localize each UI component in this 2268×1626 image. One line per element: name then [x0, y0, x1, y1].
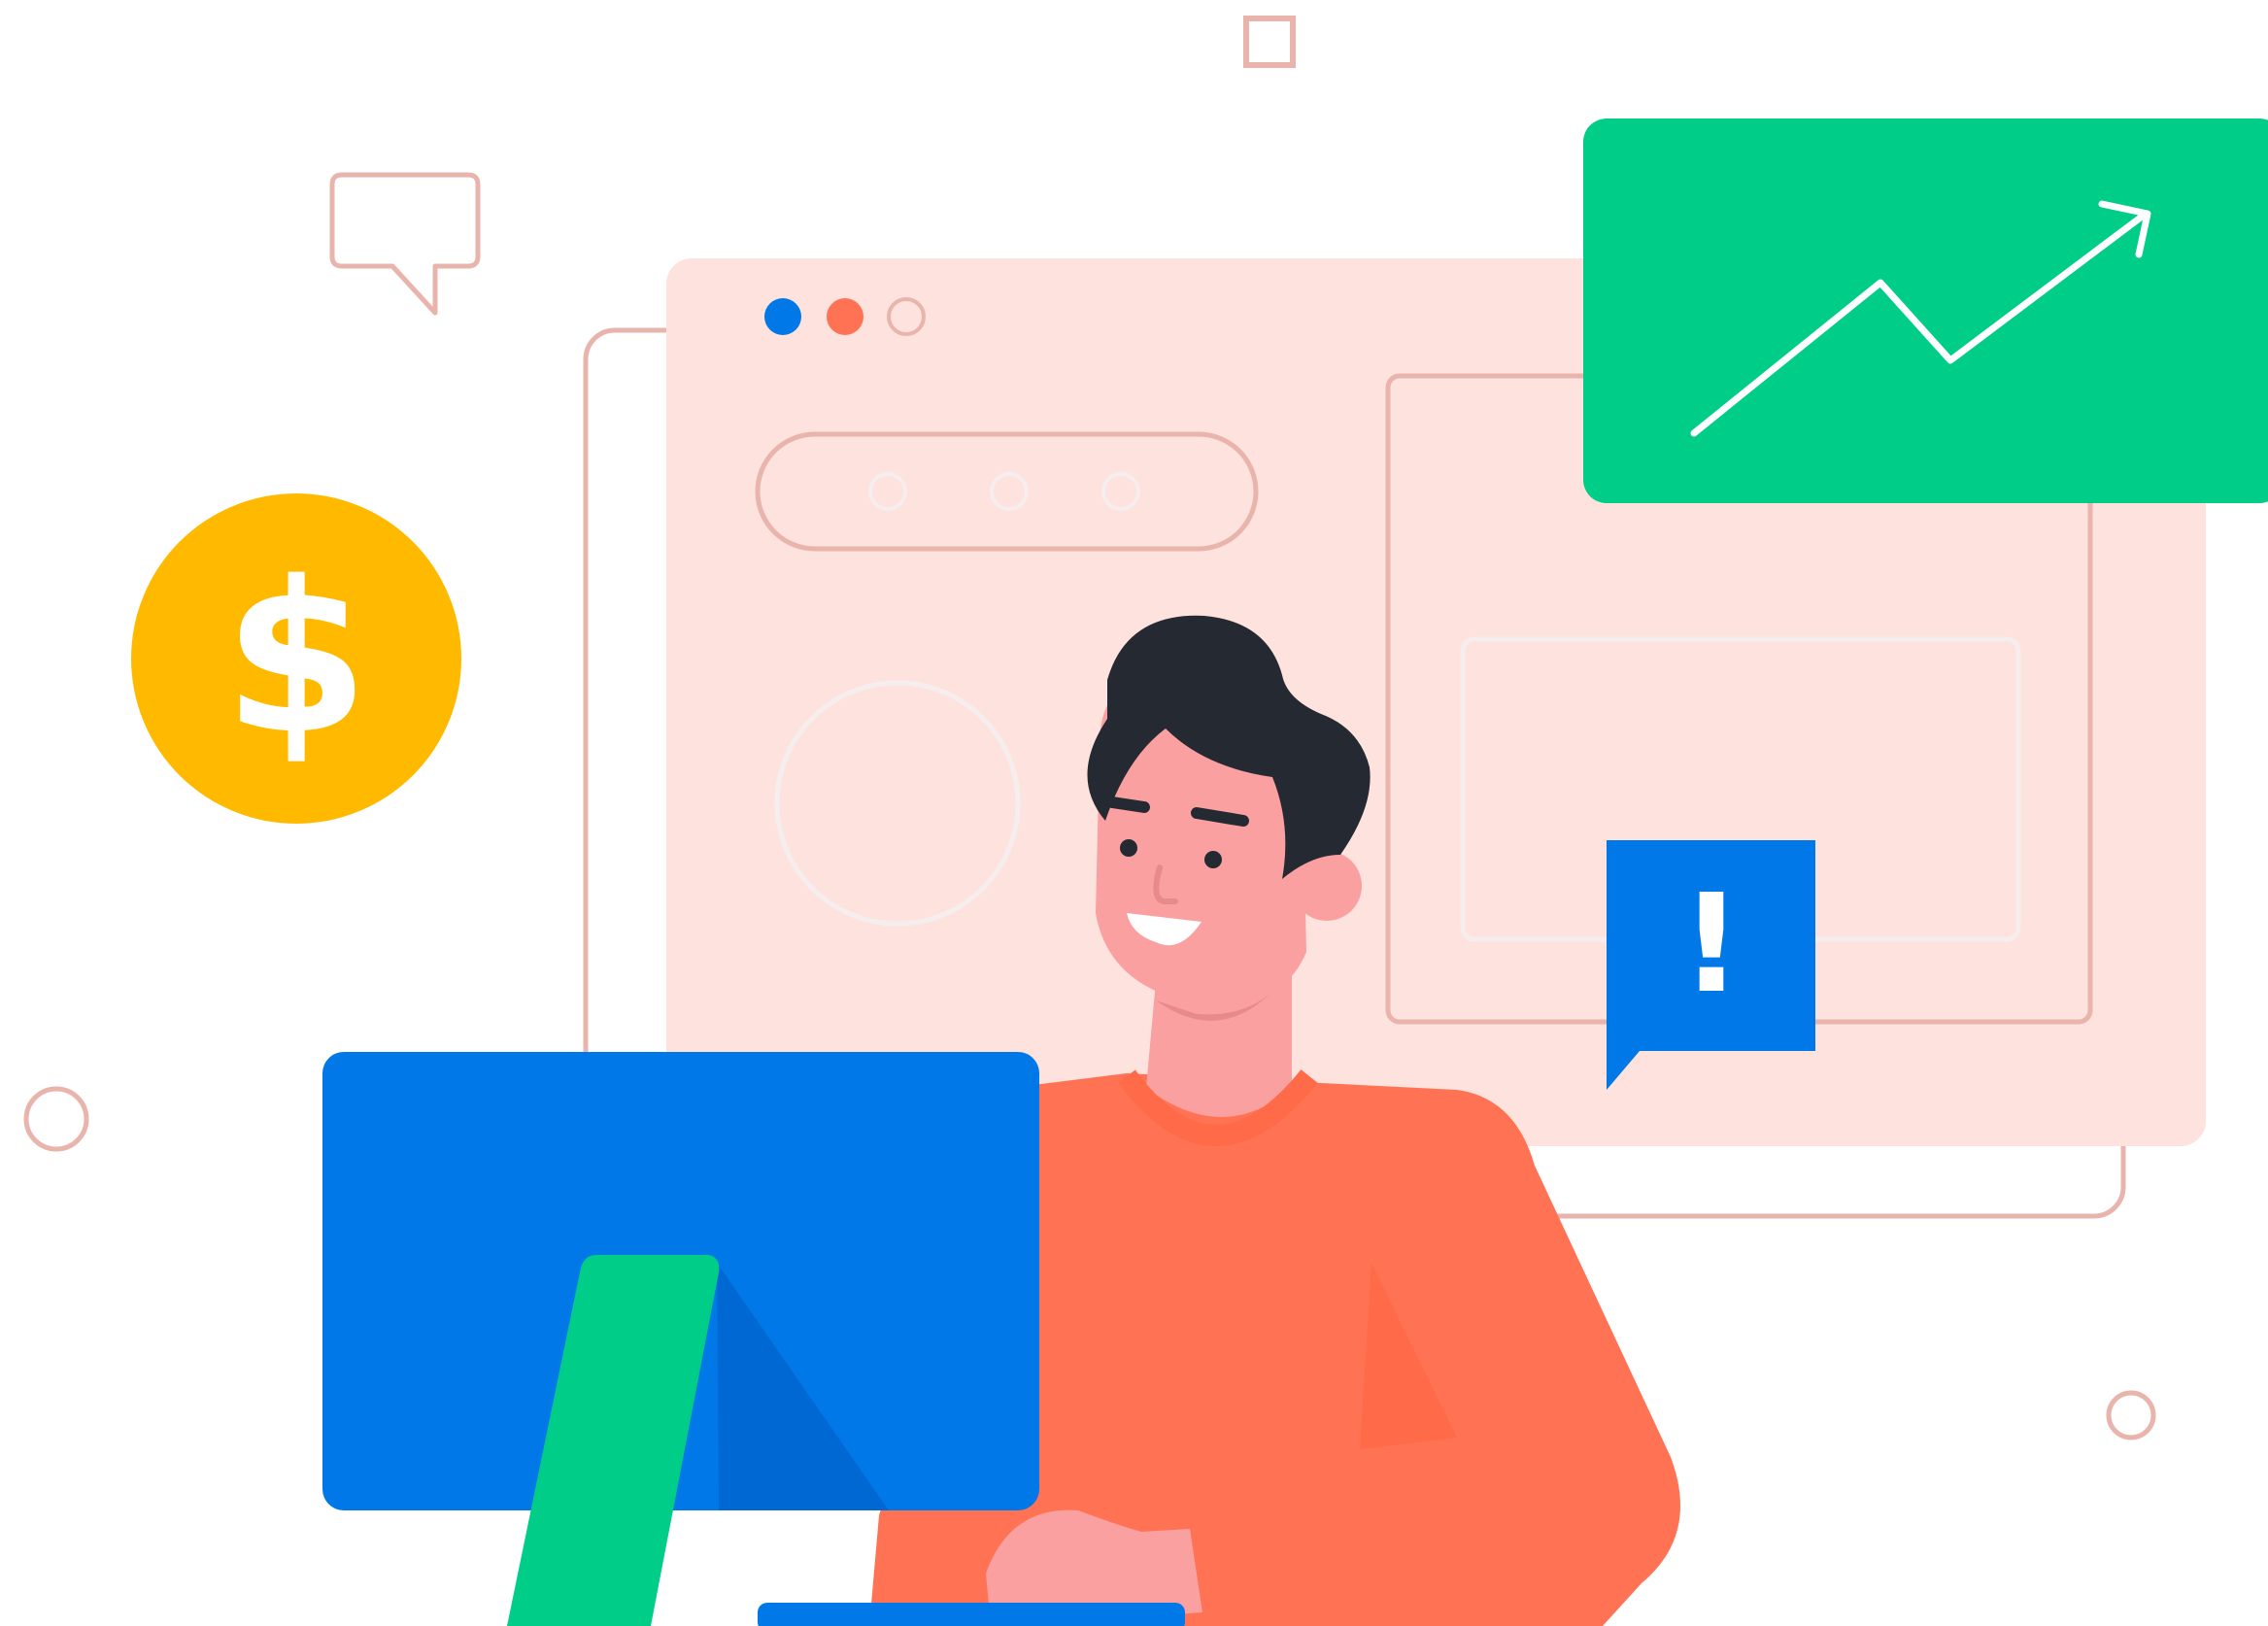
- alert-symbol: !: [1680, 865, 1743, 1024]
- person-brow-left: [1106, 796, 1150, 813]
- coin-symbol: $: [223, 536, 369, 780]
- person-brow-right: [1191, 807, 1249, 827]
- decor-square-icon: [1243, 16, 1296, 68]
- dollar-coin-icon: $: [131, 493, 461, 824]
- decor-circle-icon: [23, 1086, 89, 1152]
- person-eye-left: [1120, 839, 1137, 857]
- trend-card: [1583, 119, 2268, 503]
- person-eye-right: [1204, 851, 1222, 868]
- illustration-canvas: ! $: [23, 16, 2268, 1626]
- decor-circle-icon: [2106, 1390, 2156, 1440]
- keyboard: [758, 1603, 1185, 1626]
- speech-bubble-icon: [329, 172, 481, 316]
